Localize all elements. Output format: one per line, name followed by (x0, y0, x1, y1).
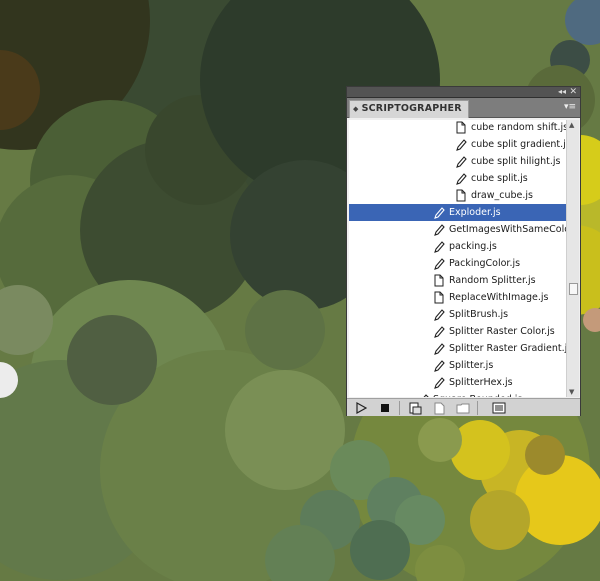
script-list-item-label: Splitter.js (449, 360, 494, 371)
pencil-icon (433, 342, 445, 355)
script-list-item-label: draw_cube.js (471, 190, 534, 201)
folder-icon (456, 403, 470, 414)
scroll-up-icon[interactable]: ▲ (569, 121, 574, 129)
pencil-icon (455, 172, 467, 185)
tab-scriptographer[interactable]: ◆ SCRIPTOGRAPHER (349, 100, 469, 118)
script-list-item-label: SplitBrush.js (449, 309, 509, 320)
double-chevron-left-icon[interactable]: ◂◂ (558, 87, 566, 97)
pencil-icon (433, 376, 445, 389)
pencil-icon (433, 240, 445, 253)
pencil-icon (433, 359, 445, 372)
tab-arrows-icon: ◆ (353, 105, 359, 113)
script-list-item[interactable]: Exploder.js (349, 204, 566, 221)
script-list-item-label: SplitterHex.js (449, 377, 513, 388)
vertical-scrollbar[interactable]: ▲ ▼ (566, 120, 579, 397)
script-list[interactable]: cube random shift.js cube split gradient.… (349, 120, 566, 397)
script-list-item[interactable]: cube split.js (349, 170, 566, 187)
console-icon (492, 402, 506, 414)
scroll-thumb[interactable] (569, 283, 578, 295)
script-list-item-label: PackingColor.js (449, 258, 521, 269)
script-list-item[interactable]: Splitter Raster Gradient.js (349, 340, 566, 357)
script-list-item-label: Random Splitter.js (449, 275, 536, 286)
new-script-icon (409, 402, 422, 414)
document-icon (455, 189, 467, 202)
script-list-item[interactable]: Square Bounded.js (349, 391, 566, 397)
script-list-item[interactable]: packing.js (349, 238, 566, 255)
script-list-item[interactable]: Splitter Raster Color.js (349, 323, 566, 340)
pencil-icon (455, 138, 467, 151)
script-list-item[interactable]: Splitter.js (349, 357, 566, 374)
script-list-item-label: cube split gradient.js (471, 139, 566, 150)
panel-title-bar[interactable]: ◂◂ ✕ (347, 87, 580, 98)
stop-icon (381, 404, 389, 412)
close-icon[interactable]: ✕ (569, 87, 577, 97)
scroll-down-icon[interactable]: ▼ (569, 388, 574, 396)
script-list-item[interactable]: GetImagesWithSameColo (349, 221, 566, 238)
script-list-item-label: Splitter Raster Color.js (449, 326, 555, 337)
script-list-item[interactable]: cube random shift.js (349, 120, 566, 136)
new-script-button[interactable] (405, 401, 425, 415)
panel-tab-bar: ◆ SCRIPTOGRAPHER ▾≡ (347, 98, 580, 118)
script-list-item-label: cube split.js (471, 173, 528, 184)
script-list-item[interactable]: PackingColor.js (349, 255, 566, 272)
script-list-item-label: packing.js (449, 241, 497, 252)
script-list-item-label: Splitter Raster Gradient.js (449, 343, 566, 354)
pencil-icon (455, 155, 467, 168)
play-button[interactable] (351, 401, 371, 415)
document-icon (455, 121, 467, 134)
toolbar-separator (477, 401, 478, 415)
pencil-icon (433, 206, 445, 219)
scriptographer-panel: ◂◂ ✕ ◆ SCRIPTOGRAPHER ▾≡ cube random shif… (346, 86, 581, 416)
console-button[interactable] (489, 401, 509, 415)
play-icon (356, 402, 367, 414)
pencil-icon (433, 325, 445, 338)
panel-title: SCRIPTOGRAPHER (361, 103, 462, 114)
panel-menu-icon[interactable]: ▾≡ (564, 102, 576, 112)
script-list-item-label: Square Bounded.js (433, 391, 522, 397)
script-list-item[interactable]: ReplaceWithImage.js (349, 289, 566, 306)
script-list-item-label: ReplaceWithImage.js (449, 292, 549, 303)
pencil-icon (433, 257, 445, 270)
script-list-item[interactable]: cube split gradient.js (349, 136, 566, 153)
script-list-item[interactable]: Random Splitter.js (349, 272, 566, 289)
toolbar-separator (399, 401, 400, 415)
script-list-item-label: cube random shift.js (471, 122, 566, 133)
panel-toolbar (347, 398, 580, 416)
new-folder-button[interactable] (453, 401, 473, 415)
document-icon (433, 291, 445, 304)
script-list-item[interactable]: draw_cube.js (349, 187, 566, 204)
script-list-item[interactable]: SplitterHex.js (349, 374, 566, 391)
script-list-item[interactable]: SplitBrush.js (349, 306, 566, 323)
document-icon (433, 274, 445, 287)
new-file-button[interactable] (429, 401, 449, 415)
script-list-item-label: GetImagesWithSameColo (449, 224, 566, 235)
pencil-icon (417, 393, 429, 397)
pencil-icon (433, 223, 445, 236)
script-list-item[interactable]: cube split hilight.js (349, 153, 566, 170)
script-list-item-label: cube split hilight.js (471, 156, 561, 167)
script-list-item-label: Exploder.js (449, 207, 501, 218)
stop-button[interactable] (375, 401, 395, 415)
pencil-icon (433, 308, 445, 321)
new-file-icon (434, 402, 445, 414)
